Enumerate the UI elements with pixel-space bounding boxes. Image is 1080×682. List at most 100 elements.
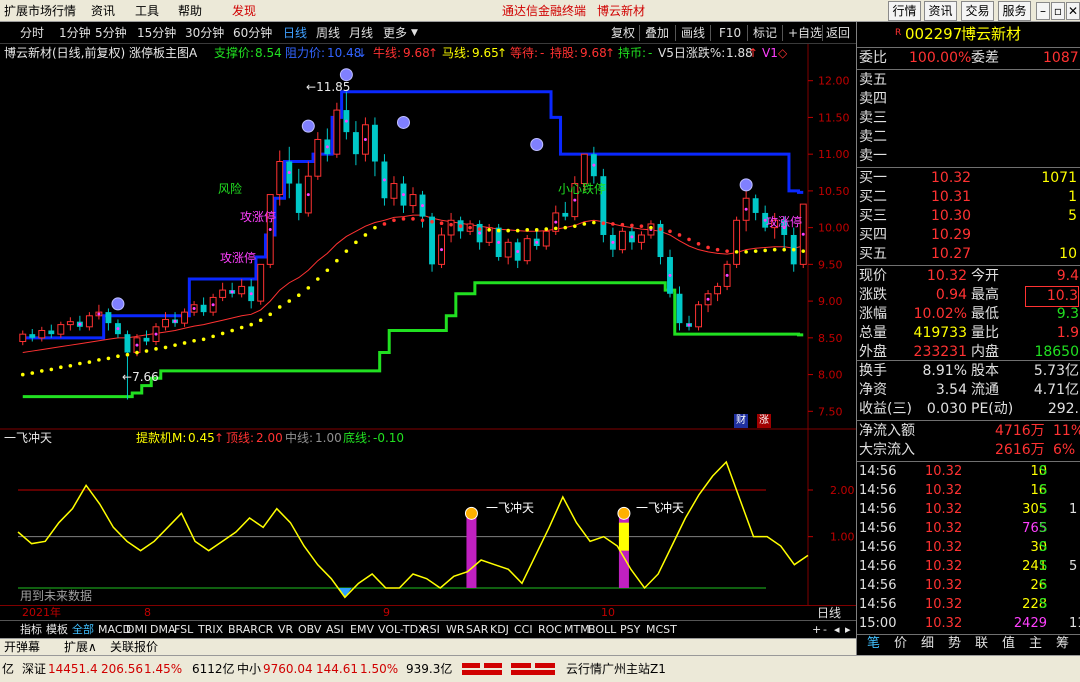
ma-dot — [39, 369, 44, 373]
period-60min[interactable]: 60分钟 — [233, 25, 272, 41]
menu-item-tools[interactable]: 工具 — [135, 3, 159, 19]
ma-dot — [611, 222, 615, 226]
price-tick-label: 9.50 — [818, 258, 843, 271]
indicator-tab[interactable]: OBV — [298, 622, 321, 637]
indicator-scroll-button[interactable]: ◂ — [834, 622, 840, 637]
indicator-tab[interactable]: FSL — [174, 622, 193, 637]
danmaku-button[interactable]: 开弹幕 — [4, 639, 40, 655]
f10-button[interactable]: F10 — [719, 25, 741, 41]
ask-row[interactable]: 卖五 — [857, 71, 1080, 90]
indicator-tab[interactable]: 全部 — [72, 622, 94, 637]
indicator-tab[interactable]: WR — [446, 622, 465, 637]
period-1min[interactable]: 1分钟 — [59, 25, 91, 41]
indicator-tab[interactable]: ASI — [326, 622, 344, 637]
restore-right-button[interactable]: 复权 — [611, 25, 635, 41]
quote-tab[interactable]: 筹 — [1056, 635, 1069, 652]
indicator-tab[interactable]: EMV — [350, 622, 374, 637]
indicator-tab[interactable]: SAR — [466, 622, 488, 637]
indicator-tab[interactable]: VR — [278, 622, 293, 637]
sz-index-label[interactable]: 深证 — [22, 661, 46, 677]
trade-button[interactable]: 交易 — [961, 1, 994, 21]
bid-row[interactable]: 买一 10.32 1071 — [857, 169, 1080, 188]
indicator-tab[interactable]: 模板 — [46, 622, 68, 637]
indicator-tab[interactable]: 指标 — [20, 622, 42, 637]
period-weekly[interactable]: 周线 — [316, 25, 340, 41]
quote-button[interactable]: 行情 — [888, 1, 921, 21]
indicator-scroll-button[interactable]: + — [812, 622, 821, 637]
period-timeshare[interactable]: 分时 — [20, 25, 44, 41]
bid-row[interactable]: 买三 10.30 5 — [857, 207, 1080, 226]
indicator-tab[interactable]: VOL-TDX — [378, 622, 426, 637]
draw-line-button[interactable]: 画线 — [681, 25, 705, 41]
indicator-tab[interactable]: MCST — [646, 622, 677, 637]
period-15min[interactable]: 15分钟 — [137, 25, 176, 41]
add-watchlist-button[interactable]: +自选 — [788, 25, 822, 41]
service-button[interactable]: 服务 — [998, 1, 1031, 21]
overlay-button[interactable]: 叠加 — [645, 25, 669, 41]
indicator-tab[interactable]: RSI — [422, 622, 440, 637]
ma-dot — [544, 227, 549, 231]
maximize-icon[interactable]: ▫ — [1051, 2, 1065, 20]
indicator-tab[interactable]: MTM — [564, 622, 590, 637]
bid-row[interactable]: 买二 10.31 1 — [857, 188, 1080, 207]
indicator-scroll-button[interactable]: ▸ — [845, 622, 851, 637]
ma-dot — [677, 233, 682, 237]
indicator-tab[interactable]: TRIX — [198, 622, 223, 637]
tick-time: 14:56 — [859, 464, 897, 479]
indicator-scroll-button[interactable]: - — [823, 622, 827, 637]
bid-row[interactable]: 买四 10.29 — [857, 226, 1080, 245]
ask-row[interactable]: 卖三 — [857, 109, 1080, 128]
period-5min[interactable]: 5分钟 — [95, 25, 127, 41]
indicator-tab[interactable]: DMI — [126, 622, 147, 637]
indicator-tab[interactable]: ROC — [538, 622, 562, 637]
quote-tab[interactable]: 势 — [948, 635, 961, 652]
signal-dot — [440, 248, 444, 252]
mark-button[interactable]: 标记 — [753, 25, 777, 41]
close-icon[interactable]: ✕ — [1066, 2, 1080, 20]
menu-item-market[interactable]: 扩展市场行情 — [4, 3, 76, 19]
indicator-tab[interactable]: PSY — [620, 622, 640, 637]
hold-value: 9.68 — [580, 46, 607, 60]
indicator-tab[interactable]: BOLL — [588, 622, 616, 637]
news-button[interactable]: 资讯 — [924, 1, 957, 21]
status-bar: 亿 深证 14451.4 206.56 1.45% 6112亿 中小 9760.… — [0, 655, 1080, 682]
menu-item-news[interactable]: 资讯 — [91, 3, 115, 19]
indicator-tab[interactable]: CR — [258, 622, 273, 637]
indicator-tab[interactable]: DMA — [150, 622, 176, 637]
menu-item-discover[interactable]: 发现 — [232, 3, 256, 19]
ma-dot — [477, 227, 482, 231]
expand-button[interactable]: 扩展∧ — [64, 639, 97, 655]
period-daily-indicator[interactable]: 日线 — [817, 606, 841, 620]
server-name[interactable]: 云行情广州主站Z1 — [566, 661, 666, 677]
indicator-tab[interactable]: CCI — [514, 622, 533, 637]
face-marker-icon — [339, 68, 353, 82]
period-daily[interactable]: 日线 — [283, 25, 307, 41]
ask-row[interactable]: 卖一 — [857, 147, 1080, 166]
quote-tab[interactable]: 价 — [894, 635, 907, 652]
minimize-icon[interactable]: – — [1036, 2, 1050, 20]
bid-row[interactable]: 买五 10.27 10 — [857, 245, 1080, 264]
indicator-tab[interactable]: BRAR — [228, 622, 258, 637]
quote-tab[interactable]: 细 — [921, 635, 934, 652]
menu-item-help[interactable]: 帮助 — [178, 3, 202, 19]
bottom-line-label: 底线: — [343, 431, 372, 445]
quote-tab[interactable]: 值 — [1002, 635, 1015, 652]
indicator-tab[interactable]: KDJ — [490, 622, 509, 637]
period-30min[interactable]: 30分钟 — [185, 25, 224, 41]
quote-tab[interactable]: 笔 — [867, 635, 880, 652]
back-button[interactable]: 返回 — [826, 25, 850, 41]
zx-index-label[interactable]: 中小 — [237, 661, 261, 677]
ask-row[interactable]: 卖四 — [857, 90, 1080, 109]
period-more[interactable]: 更多 — [383, 25, 407, 41]
more-dropdown-icon[interactable]: ▼ — [411, 25, 418, 41]
ask-label: 卖四 — [859, 91, 887, 107]
indicator-subchart[interactable]: 2.00 1.00 — [0, 430, 856, 605]
quote-tab[interactable]: 主 — [1029, 635, 1042, 652]
related-quotes-button[interactable]: 关联报价 — [110, 639, 158, 655]
finance-badge[interactable]: 财 — [734, 414, 748, 428]
quote-tab[interactable]: 联 — [975, 635, 988, 652]
period-monthly[interactable]: 月线 — [349, 25, 373, 41]
ask-row[interactable]: 卖二 — [857, 128, 1080, 147]
limit-up-badge[interactable]: 涨 — [757, 414, 771, 428]
stat-value: 10.32 — [926, 268, 967, 284]
